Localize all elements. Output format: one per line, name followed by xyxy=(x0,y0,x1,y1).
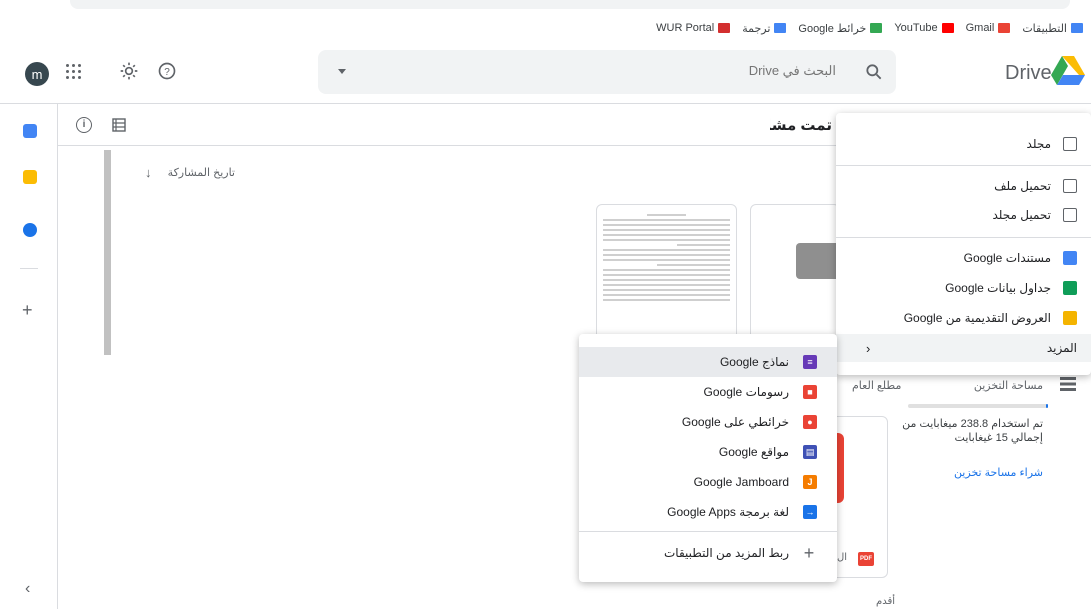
chevron-left-icon: ‹ xyxy=(866,340,871,356)
list-view-icon[interactable] xyxy=(112,118,126,132)
plus-icon: + xyxy=(803,542,815,563)
forms-icon: ≡ xyxy=(803,355,817,369)
side-panel: + ‹ xyxy=(0,104,58,609)
slides-icon xyxy=(1063,311,1077,325)
search-bar[interactable] xyxy=(318,50,896,94)
older-section-label: أقدم xyxy=(876,596,895,607)
new-menu: مجلد تحميل ملف تحميل مجلد مستندات Google… xyxy=(836,113,1091,375)
toolbar-divider xyxy=(58,145,838,146)
google-apps-icon[interactable] xyxy=(66,64,82,80)
the-icon xyxy=(718,23,731,33)
menu-google-docs[interactable]: مستندات Google xyxy=(836,244,1091,272)
menu-divider xyxy=(836,237,1091,238)
search-options-icon[interactable] xyxy=(338,69,346,74)
help-icon[interactable]: ? xyxy=(157,61,177,81)
shared-folder-icon xyxy=(796,243,840,279)
app-title: Drive xyxy=(1005,62,1052,84)
buy-storage-link[interactable]: شراء مساحة تخزين xyxy=(895,466,1043,479)
bookmark-wur-portal[interactable]: WUR Portal xyxy=(656,22,731,34)
menu-more[interactable]: المزيد ‹ xyxy=(836,334,1091,362)
menu-divider xyxy=(579,531,837,532)
sheets-icon xyxy=(1063,281,1077,295)
drive-logo-icon[interactable] xyxy=(1051,56,1085,86)
collapse-panel-icon[interactable]: ‹ xyxy=(25,580,30,598)
sites-icon: ▤ xyxy=(803,445,817,459)
menu-google-mymaps[interactable]: ● خرائطي على Google xyxy=(579,407,837,437)
bookmark-gmail[interactable]: Gmail xyxy=(966,22,1011,34)
section-label: مطلع العام xyxy=(852,380,902,392)
menu-upload-folder[interactable]: تحميل مجلد xyxy=(836,201,1091,229)
info-icon[interactable]: i xyxy=(76,117,92,133)
more-apps-menu: ≡ نماذج Google ■ رسومات Google ● خرائطي على… xyxy=(579,334,837,582)
storage-icon xyxy=(1060,377,1076,391)
search-input[interactable] xyxy=(536,63,836,78)
apps-grid-icon xyxy=(1071,23,1083,33)
menu-google-sites[interactable]: ▤ مواقع Google xyxy=(579,437,837,467)
translate-icon xyxy=(774,23,787,33)
bookmarks-bar: التطبيقات Gmail YouTube خرائط Google ترج… xyxy=(0,14,1091,42)
keep-icon[interactable] xyxy=(23,170,37,184)
storage-usage-text: تم استخدام 238.8 ميغابايت من إجمالي 15 غ… xyxy=(902,418,1043,444)
pdf-icon: PDF xyxy=(858,552,874,566)
storage-usage-fill xyxy=(1045,404,1048,408)
browser-top-strip xyxy=(0,0,1091,14)
drawings-icon: ■ xyxy=(803,385,817,399)
shared-folder-card[interactable] xyxy=(750,204,840,354)
address-bar[interactable] xyxy=(70,0,1070,9)
menu-google-slides[interactable]: العروض التقديمية من Google xyxy=(836,304,1091,332)
menu-upload-file[interactable]: تحميل ملف xyxy=(836,172,1091,200)
file-upload-icon xyxy=(1063,179,1077,193)
drive-header: m ? Drive xyxy=(0,42,1091,104)
tasks-icon[interactable] xyxy=(23,223,37,237)
menu-google-sheets[interactable]: جداول بيانات Google xyxy=(836,274,1091,302)
menu-google-drawings[interactable]: ■ رسومات Google xyxy=(579,377,837,407)
storage-usage-bar xyxy=(908,404,1048,408)
folder-upload-icon xyxy=(1063,208,1077,222)
jamboard-icon: J xyxy=(803,475,817,489)
page-title: تمت مشاركتها معي xyxy=(770,117,832,134)
gear-icon[interactable] xyxy=(119,61,139,81)
menu-divider xyxy=(836,165,1091,166)
menu-connect-more-apps[interactable]: + ربط المزيد من التطبيقات xyxy=(579,538,837,568)
maps-icon xyxy=(870,23,883,33)
mymaps-icon: ● xyxy=(803,415,817,429)
menu-google-apps-script[interactable]: → لغة برمجة Google Apps xyxy=(579,497,837,527)
rail-divider xyxy=(20,268,38,269)
docs-icon xyxy=(1063,251,1077,265)
new-folder-icon xyxy=(1063,137,1077,151)
avatar[interactable]: m xyxy=(25,62,49,86)
calendar-icon[interactable] xyxy=(23,124,37,138)
file-name: ال xyxy=(837,552,848,563)
svg-text:?: ? xyxy=(164,67,170,78)
sort-share-date[interactable]: تاريخ المشاركة xyxy=(145,166,235,179)
search-icon[interactable] xyxy=(864,62,884,82)
menu-google-forms[interactable]: ≡ نماذج Google xyxy=(579,347,837,377)
menu-new-folder[interactable]: مجلد xyxy=(836,130,1091,158)
gmail-icon xyxy=(998,23,1011,33)
add-addon-icon[interactable]: + xyxy=(22,300,33,321)
bookmark-youtube[interactable]: YouTube xyxy=(894,22,954,34)
bookmark-maps[interactable]: خرائط Google xyxy=(798,22,883,35)
menu-google-jamboard[interactable]: J Google Jamboard xyxy=(579,467,837,497)
bookmark-apps[interactable]: التطبيقات xyxy=(1022,22,1083,35)
document-thumbnail[interactable] xyxy=(596,204,737,344)
storage-title[interactable]: مساحة التخزين xyxy=(895,379,1043,392)
scrollbar[interactable] xyxy=(104,150,111,355)
apps-script-icon: → xyxy=(803,505,817,519)
bookmark-translate[interactable]: ترجمة xyxy=(742,22,787,35)
youtube-icon xyxy=(941,23,954,33)
